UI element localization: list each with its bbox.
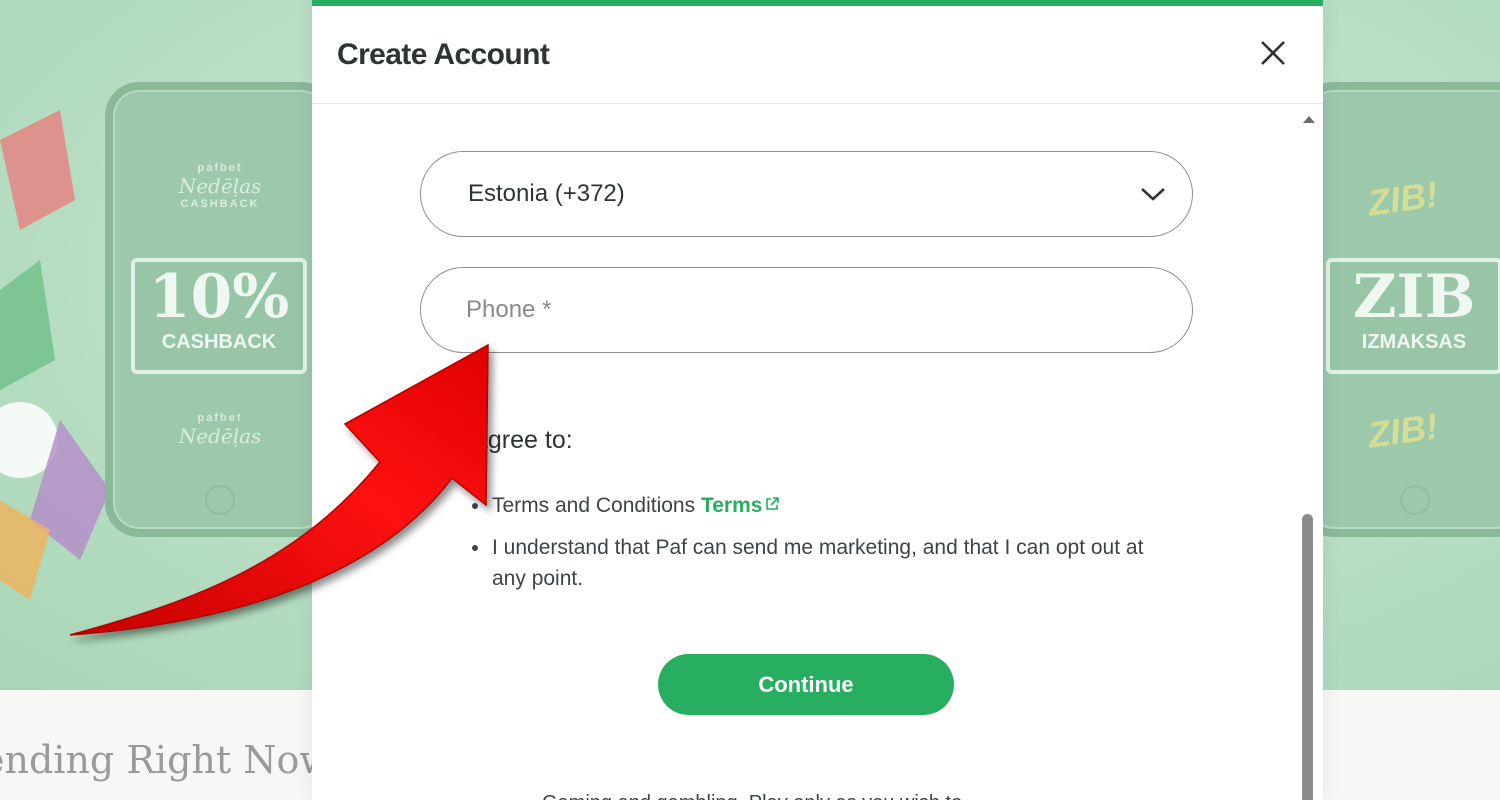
scroll-up-icon[interactable] xyxy=(1303,116,1315,123)
phone-input[interactable] xyxy=(466,290,1146,330)
country-select[interactable]: Estonia (+372) xyxy=(420,151,1193,237)
cashback-badge: 10% CASHBACK xyxy=(131,258,307,374)
gems-decoration xyxy=(0,110,110,600)
phone-home-button xyxy=(1400,485,1430,515)
close-icon[interactable] xyxy=(1256,36,1290,70)
scroll-thumb[interactable] xyxy=(1302,514,1313,800)
modal-title: Create Account xyxy=(337,38,550,71)
zib-burst-bottom: ZIB! xyxy=(1365,405,1441,456)
agree-heading: agree to: xyxy=(474,426,573,454)
terms-link[interactable]: Terms xyxy=(700,494,780,517)
modal-scrollbar[interactable] xyxy=(1294,104,1323,800)
pafbet-logo-bottom: pafbet Nedēļas xyxy=(178,412,262,448)
list-item: I understand that Paf can send me market… xyxy=(470,532,1170,594)
promo-phone-zib: ZIB! ZIB IZMAKSAS ZIB! xyxy=(1300,82,1500,537)
external-link-icon xyxy=(766,497,780,510)
zib-burst-top: ZIB! xyxy=(1365,173,1441,224)
modal-header: Create Account xyxy=(312,6,1323,104)
continue-button[interactable]: Continue xyxy=(658,654,954,715)
create-account-modal: Create Account Estonia (+372) agree to: … xyxy=(312,0,1323,800)
phone-field[interactable] xyxy=(420,267,1193,353)
country-select-value: Estonia (+372) xyxy=(468,180,625,207)
terms-link-label: Terms xyxy=(700,494,763,517)
phone-home-button xyxy=(205,485,235,515)
chevron-down-icon xyxy=(1141,188,1165,201)
zib-badge: ZIB IZMAKSAS xyxy=(1326,258,1500,374)
list-item: Terms and Conditions Terms xyxy=(470,490,1170,521)
pafbet-logo: pafbet Nedēļas CASHBACK xyxy=(178,162,262,210)
responsible-gaming-text: Gaming and gambling. Play only as you wi… xyxy=(542,792,1102,800)
promo-phone-cashback: pafbet Nedēļas CASHBACK 10% CASHBACK paf… xyxy=(105,82,335,537)
terms-text: Terms and Conditions xyxy=(492,494,696,517)
trending-heading: ending Right Now xyxy=(0,738,332,782)
marketing-consent-text: I understand that Paf can send me market… xyxy=(492,536,1144,590)
agreement-list: Terms and Conditions Terms I understand … xyxy=(470,490,1170,605)
